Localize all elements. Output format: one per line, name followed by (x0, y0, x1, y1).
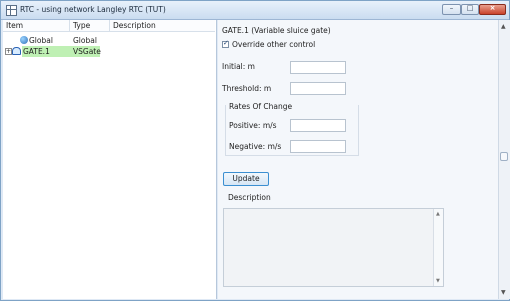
minimize-button[interactable]: – (442, 4, 461, 15)
tree-view[interactable]: Item Type Description Global Global + GA… (3, 20, 217, 299)
scroll-grip[interactable] (500, 152, 508, 161)
minimize-icon: – (449, 4, 454, 12)
scroll-up-icon[interactable]: ▲ (436, 211, 440, 217)
close-button[interactable]: × (479, 4, 506, 15)
tree-item-type: Global (73, 36, 97, 45)
column-header-description[interactable]: Description (110, 20, 215, 32)
column-header-type[interactable]: Type (70, 20, 110, 32)
update-button[interactable]: Update (223, 172, 269, 186)
threshold-label: Threshold: m (222, 84, 272, 93)
tree-item-label: Global (29, 36, 53, 45)
title-bar[interactable]: RTC - using network Langley RTC (TUT) – … (1, 1, 509, 20)
description-scrollbar[interactable]: ▲ ▼ (433, 209, 443, 286)
description-label: Description (228, 193, 271, 202)
close-icon: × (489, 4, 496, 12)
window-title: RTC - using network Langley RTC (TUT) (20, 5, 166, 14)
override-label[interactable]: Override other control (232, 40, 315, 49)
column-header-item[interactable]: Item (3, 20, 70, 32)
positive-input[interactable] (290, 119, 346, 132)
tree-item-type: VSGate (73, 47, 101, 56)
globe-icon (20, 36, 28, 44)
scroll-up-icon[interactable]: ▲ (501, 23, 506, 30)
details-scrollbar[interactable]: ▲ ▼ (498, 20, 510, 299)
override-checkbox[interactable] (222, 39, 229, 48)
initial-input[interactable] (290, 61, 346, 74)
gate-icon (12, 47, 21, 55)
maximize-icon: □ (466, 4, 474, 12)
tree-item-label: GATE.1 (23, 47, 50, 56)
scroll-down-icon[interactable]: ▼ (501, 289, 506, 296)
initial-label: Initial: m (222, 62, 255, 71)
maximize-button[interactable]: □ (461, 4, 479, 15)
expand-plus-icon[interactable]: + (5, 48, 12, 55)
description-textarea[interactable]: ▲ ▼ (223, 208, 444, 287)
scroll-down-icon[interactable]: ▼ (436, 278, 440, 284)
negative-input[interactable] (290, 140, 346, 153)
threshold-input[interactable] (290, 82, 346, 95)
negative-label: Negative: m/s (229, 142, 282, 151)
rates-title: Rates Of Change (229, 102, 293, 111)
tree-row-global[interactable]: Global Global (3, 35, 216, 46)
gate-heading: GATE.1 (Variable sluice gate) (222, 26, 331, 35)
rtc-window: RTC - using network Langley RTC (TUT) – … (0, 0, 510, 301)
tree-row-gate1[interactable]: + GATE.1 VSGate (3, 46, 216, 57)
positive-label: Positive: m/s (229, 121, 277, 130)
app-grid-icon (6, 5, 17, 16)
